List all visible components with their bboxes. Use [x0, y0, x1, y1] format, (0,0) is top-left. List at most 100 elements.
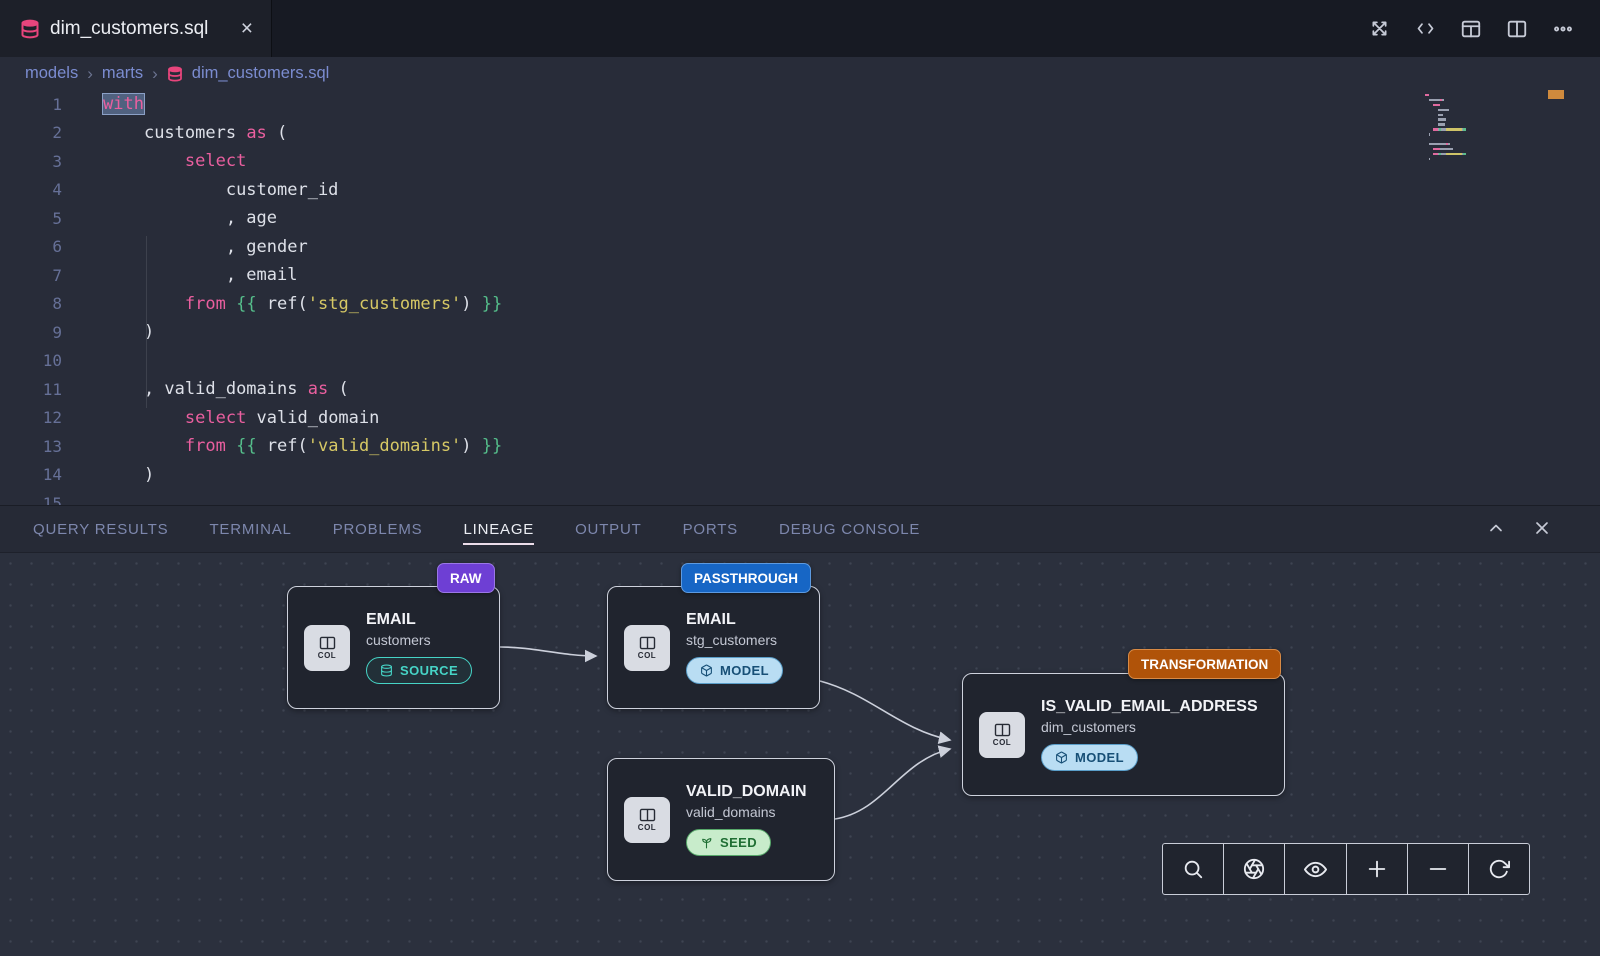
code-line[interactable]: 9 ): [0, 318, 1600, 347]
crossed-arrows-icon[interactable]: [1364, 14, 1394, 44]
line-number[interactable]: 1: [0, 95, 62, 114]
panel-tab-output[interactable]: OUTPUT: [575, 521, 641, 538]
lineage-node-stg-customers[interactable]: COL EMAIL stg_customers MODEL: [607, 586, 820, 709]
code-preview-icon[interactable]: [1410, 14, 1440, 44]
code-text: ): [103, 465, 154, 485]
panel-tab-lineage[interactable]: LINEAGE: [463, 521, 534, 545]
panel-tab-debug-console[interactable]: DEBUG CONSOLE: [779, 521, 920, 538]
refresh-button[interactable]: [1468, 844, 1529, 894]
more-actions-icon[interactable]: [1548, 14, 1578, 44]
code-token: , gender: [226, 237, 308, 257]
minimap-line: [1425, 109, 1535, 111]
model-badge[interactable]: MODEL: [1041, 744, 1138, 771]
split-editor-icon[interactable]: [1502, 14, 1532, 44]
code-line[interactable]: 7 , email: [0, 261, 1600, 290]
code-text: with: [103, 94, 144, 114]
panel-tab-problems[interactable]: PROBLEMS: [333, 521, 423, 538]
line-number[interactable]: 9: [0, 323, 62, 342]
search-button[interactable]: [1163, 844, 1223, 894]
code-line[interactable]: 14 ): [0, 461, 1600, 490]
seed-badge[interactable]: SEED: [686, 829, 771, 856]
code-line[interactable]: 13 from {{ ref('valid_domains') }}: [0, 432, 1600, 461]
lineage-node-customers[interactable]: COL EMAIL customers SOURCE: [287, 586, 500, 709]
minimap-line: [1425, 162, 1535, 164]
panel-tab-query-results[interactable]: QUERY RESULTS: [33, 521, 168, 538]
tab-close-icon[interactable]: ×: [237, 16, 257, 41]
editor-actions: [1364, 14, 1600, 44]
line-number[interactable]: 7: [0, 266, 62, 285]
lineage-node-dim-customers[interactable]: COL IS_VALID_EMAIL_ADDRESS dim_customers…: [962, 673, 1285, 796]
breadcrumb: models › marts › dim_customers.sql: [0, 57, 1600, 90]
code-line[interactable]: 15: [0, 489, 1600, 505]
code-token: select: [185, 408, 246, 428]
editor-tab-bar: dim_customers.sql ×: [0, 0, 1600, 57]
minimap-line: [1425, 158, 1535, 160]
code-token: from: [185, 436, 226, 456]
code-token: , valid_domains: [144, 379, 308, 399]
aperture-button[interactable]: [1223, 844, 1284, 894]
breadcrumb-file[interactable]: dim_customers.sql: [192, 64, 330, 83]
lineage-canvas[interactable]: COL EMAIL customers SOURCE RAW COL EMAIL…: [0, 553, 1600, 956]
column-icon: COL: [624, 625, 670, 671]
line-number[interactable]: 6: [0, 237, 62, 256]
panel-tab-ports[interactable]: PORTS: [683, 521, 738, 538]
zoom-in-button[interactable]: [1346, 844, 1407, 894]
code-line[interactable]: 10: [0, 347, 1600, 376]
line-number[interactable]: 13: [0, 437, 62, 456]
scrollbar-marker: [1548, 90, 1564, 99]
tab-dim-customers-sql[interactable]: dim_customers.sql ×: [0, 0, 272, 57]
line-number[interactable]: 14: [0, 465, 62, 484]
code-line[interactable]: 2 customers as (: [0, 119, 1600, 148]
close-panel-icon[interactable]: [1532, 518, 1552, 543]
minimap-line: [1425, 148, 1535, 150]
node-title: EMAIL: [686, 611, 783, 629]
line-number[interactable]: 11: [0, 380, 62, 399]
tag-transformation: TRANSFORMATION: [1128, 649, 1281, 679]
code-token: [103, 379, 144, 399]
column-icon-label: COL: [638, 651, 656, 660]
code-token: [103, 208, 226, 228]
code-token: valid_domain: [246, 408, 379, 428]
line-number[interactable]: 10: [0, 351, 62, 370]
table-panel-icon[interactable]: [1456, 14, 1486, 44]
refresh-icon: [1488, 858, 1510, 880]
code-line[interactable]: 6 , gender: [0, 233, 1600, 262]
line-number[interactable]: 3: [0, 152, 62, 171]
code-line[interactable]: 11 , valid_domains as (: [0, 375, 1600, 404]
breadcrumb-models[interactable]: models: [25, 64, 78, 83]
minimap-line: [1425, 123, 1535, 125]
line-number[interactable]: 5: [0, 209, 62, 228]
code-line[interactable]: 3 select: [0, 147, 1600, 176]
code-lines: 1with2 customers as (3 select4 customer_…: [0, 90, 1600, 505]
line-number[interactable]: 8: [0, 294, 62, 313]
code-editor[interactable]: 1with2 customers as (3 select4 customer_…: [0, 90, 1600, 505]
code-token: ): [461, 294, 471, 314]
code-line[interactable]: 4 customer_id: [0, 176, 1600, 205]
code-line[interactable]: 12 select valid_domain: [0, 404, 1600, 433]
code-token: [226, 436, 236, 456]
line-number[interactable]: 12: [0, 408, 62, 427]
code-line[interactable]: 1 with: [0, 90, 1600, 119]
breadcrumb-separator: ›: [87, 64, 93, 84]
visibility-button[interactable]: [1284, 844, 1345, 894]
tag-passthrough: PASSTHROUGH: [681, 563, 811, 593]
panel-tab-terminal[interactable]: TERMINAL: [209, 521, 291, 538]
line-number[interactable]: 15: [0, 494, 62, 505]
code-line[interactable]: 8 from {{ ref('stg_customers') }}: [0, 290, 1600, 319]
code-text: , gender: [103, 237, 308, 257]
code-text: select valid_domain: [103, 408, 379, 428]
model-badge[interactable]: MODEL: [686, 657, 783, 684]
minimap-line: [1425, 118, 1535, 120]
database-icon: [380, 664, 393, 677]
breadcrumb-marts[interactable]: marts: [102, 64, 143, 83]
lineage-node-valid-domains[interactable]: COL VALID_DOMAIN valid_domains SEED: [607, 758, 835, 881]
zoom-out-button[interactable]: [1407, 844, 1468, 894]
minimap[interactable]: [1425, 94, 1535, 167]
code-token: , email: [226, 265, 298, 285]
chevron-up-icon[interactable]: [1486, 518, 1506, 543]
column-icon-label: COL: [993, 738, 1011, 747]
line-number[interactable]: 2: [0, 123, 62, 142]
code-line[interactable]: 5 , age: [0, 204, 1600, 233]
line-number[interactable]: 4: [0, 180, 62, 199]
source-badge[interactable]: SOURCE: [366, 657, 472, 684]
